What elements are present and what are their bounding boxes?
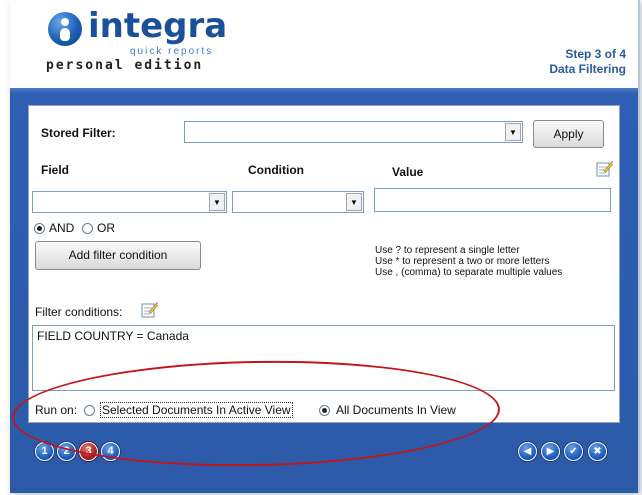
and-label: AND [49, 221, 75, 235]
wildcard-hints: Use ? to represent a single letter Use *… [375, 245, 562, 278]
hint-multiple-letters: Use * to represent a two or more letters [375, 256, 550, 267]
chevron-down-icon[interactable]: ▼ [346, 193, 362, 211]
hint-single-letter: Use ? to represent a single letter [375, 245, 520, 256]
notepad-icon[interactable] [595, 160, 613, 178]
step-indicator: Step 3 of 4 Data Filtering [549, 47, 626, 77]
and-radio[interactable] [34, 223, 45, 234]
step-title: Data Filtering [549, 62, 626, 76]
or-radio[interactable] [82, 223, 93, 234]
add-filter-condition-button[interactable]: Add filter condition [35, 241, 201, 270]
field-column-label: Field [41, 163, 70, 177]
filter-conditions-label: Filter conditions: [35, 305, 123, 319]
checkmark-icon[interactable]: ✔ [564, 442, 583, 461]
close-icon[interactable]: ✖ [588, 442, 607, 461]
arrow-left-icon[interactable]: ◀ [518, 442, 537, 461]
arrow-right-icon[interactable]: ▶ [541, 442, 560, 461]
brand-name: integra [88, 6, 228, 46]
stored-filter-label: Stored Filter: [41, 126, 116, 140]
step-number: Step 3 of 4 [565, 47, 626, 61]
integra-logo-icon [48, 12, 82, 46]
notepad-icon[interactable] [140, 301, 158, 319]
stored-filter-select[interactable]: ▼ [184, 121, 523, 143]
value-input[interactable] [374, 188, 611, 212]
or-label: OR [97, 221, 115, 235]
chevron-down-icon[interactable]: ▼ [209, 193, 225, 211]
field-select[interactable]: ▼ [32, 191, 227, 213]
wizard-header: integra quick reports personal edition S… [10, 0, 638, 88]
hint-multiple-values: Use , (comma) to separate multiple value… [375, 267, 563, 278]
apply-button[interactable]: Apply [533, 120, 604, 148]
condition-column-label: Condition [248, 163, 304, 177]
chevron-down-icon[interactable]: ▼ [505, 123, 521, 141]
brand-edition: personal edition [46, 58, 204, 73]
condition-select[interactable]: ▼ [232, 191, 364, 213]
value-column-label: Value [392, 165, 424, 179]
brand-subtitle: quick reports [130, 46, 214, 57]
